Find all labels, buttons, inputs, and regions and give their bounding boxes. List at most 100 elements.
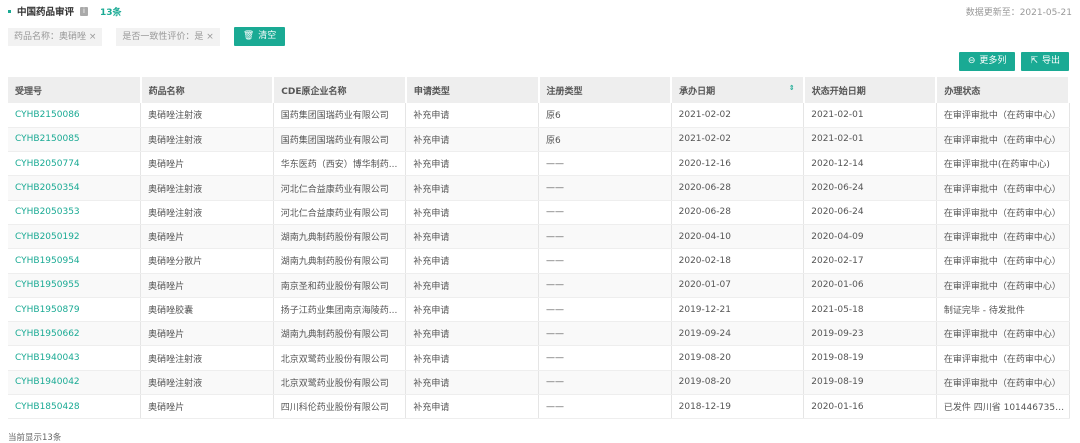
table-cell: 在审评审批中（在药审中心）: [936, 345, 1070, 371]
result-count: 13条: [100, 7, 122, 18]
table-cell: 2020-06-28: [671, 175, 805, 201]
footer-count: 当前显示13条: [8, 433, 62, 443]
column-header-label: 受理号: [15, 86, 43, 97]
table-cell: 奥硝唑注射液: [140, 127, 274, 153]
acceptance-number-link[interactable]: CYHB2050192: [8, 224, 142, 250]
column-header[interactable]: 申请类型: [405, 77, 540, 103]
acceptance-number-link[interactable]: CYHB1940043: [8, 345, 142, 371]
acceptance-number-link[interactable]: CYHB2050774: [8, 151, 142, 177]
table-cell: 奥硝唑片: [140, 394, 274, 420]
table-cell: 国药集团国瑞药业有限公司: [273, 103, 407, 128]
acceptance-number-link[interactable]: CYHB1950954: [8, 248, 142, 274]
table-cell: ——: [538, 394, 672, 420]
table-cell: 2020-06-24: [803, 175, 937, 201]
table-cell: 奥硝唑片: [140, 224, 274, 250]
table-cell: 北京双鹭药业股份有限公司: [273, 370, 407, 396]
acceptance-number-link[interactable]: CYHB1940042: [8, 370, 142, 396]
table-cell: 华东医药（西安）博华制药...: [273, 151, 407, 177]
table-cell: 2019-12-21: [671, 297, 805, 323]
acceptance-number-link[interactable]: CYHB1950662: [8, 321, 142, 347]
table-row: CYHB2050354 奥硝唑注射液 河北仁合益康药业有限公司 补充申请 —— 2020-…: [8, 175, 1070, 201]
page-title: 中国药品审评: [17, 7, 75, 18]
table-cell: 2020-01-07: [671, 273, 805, 298]
table-cell: 四川科伦药业股份有限公司: [273, 394, 407, 420]
acceptance-number-link[interactable]: CYHB2050354: [8, 175, 142, 201]
sort-icon[interactable]: ⇕: [789, 84, 795, 92]
acceptance-number-link[interactable]: CYHB2050353: [8, 200, 142, 225]
table-cell: 补充申请: [405, 321, 539, 347]
table-cell: 2020-06-24: [803, 200, 937, 225]
table-cell: 在审评审批中（在药审中心）: [936, 224, 1070, 250]
column-header-label: 状态开始日期: [811, 86, 866, 97]
table-cell: 2021-05-18: [803, 297, 937, 323]
export-label: 导出: [1041, 56, 1060, 66]
acceptance-number-link[interactable]: CYHB2150086: [8, 103, 142, 128]
table-cell: 2021-02-01: [803, 103, 937, 128]
table-cell: 补充申请: [405, 103, 539, 128]
table-row: CYHB2050192 奥硝唑片 湖南九典制药股份有限公司 补充申请 —— 2020-04…: [8, 224, 1070, 250]
column-header[interactable]: CDE原企业名称: [273, 77, 407, 103]
table-cell: 补充申请: [405, 200, 539, 225]
table-cell: 奥硝唑片: [140, 273, 274, 298]
table-cell: 在审评审批中（在药审中心）: [936, 200, 1070, 225]
filter-chip-drug-name[interactable]: 药品名称：奥硝唑 ×: [8, 27, 103, 46]
clear-label: 清空: [258, 31, 277, 41]
table-cell: 奥硝唑注射液: [140, 103, 274, 128]
column-header-label: 申请类型: [413, 86, 450, 97]
more-columns-label: 更多列: [979, 56, 1007, 66]
table-cell: 原6: [538, 127, 672, 153]
table-cell: 原6: [538, 103, 672, 128]
column-header[interactable]: 状态开始日期: [803, 77, 938, 103]
column-header-label: 办理状态: [944, 86, 981, 97]
bullet-icon: [8, 9, 11, 13]
table-row: CYHB1950662 奥硝唑片 湖南九典制药股份有限公司 补充申请 —— 2019-09…: [8, 321, 1070, 347]
acceptance-number-link[interactable]: CYHB1950879: [8, 297, 142, 323]
table-cell: 2021-02-01: [803, 127, 937, 153]
header: 中国药品审评 i 13条: [8, 4, 122, 18]
filter-chip-consistency[interactable]: 是否一致性评价：是 ×: [116, 27, 220, 46]
table-cell: 2020-04-10: [671, 224, 805, 250]
table-cell: 湖南九典制药股份有限公司: [273, 224, 407, 250]
table-cell: 补充申请: [405, 297, 539, 323]
table-cell: ——: [538, 224, 672, 250]
info-icon[interactable]: i: [80, 6, 89, 16]
table-cell: ——: [538, 273, 672, 298]
table-cell: 奥硝唑注射液: [140, 200, 274, 225]
column-header[interactable]: 办理状态: [936, 77, 1070, 103]
table-cell: 北京双鹭药业股份有限公司: [273, 345, 407, 371]
table-cell: ——: [538, 321, 672, 347]
table-cell: ——: [538, 248, 672, 274]
minus-circle-icon: ⊖: [967, 56, 976, 66]
table-cell: 已发件 四川省 1014467357...: [936, 394, 1070, 420]
column-header[interactable]: 注册类型: [538, 77, 673, 103]
more-columns-button[interactable]: ⊖ 更多列: [958, 52, 1016, 71]
table-cell: 2021-02-02: [671, 127, 805, 153]
table-cell: 2019-08-20: [671, 370, 805, 396]
table-cell: 在审评审批中（在药审中心）: [936, 273, 1070, 298]
table-cell: ——: [538, 370, 672, 396]
table-cell: 补充申请: [405, 345, 539, 371]
trash-icon: 🗑: [242, 31, 255, 41]
column-header-label: 药品名称: [148, 86, 185, 97]
table-cell: ——: [538, 151, 672, 177]
table-cell: 2018-12-19: [671, 394, 805, 420]
column-header[interactable]: 药品名称: [140, 77, 275, 103]
table-cell: 奥硝唑注射液: [140, 345, 274, 371]
acceptance-number-link[interactable]: CYHB1950955: [8, 273, 142, 298]
table-cell: 湖南九典制药股份有限公司: [273, 248, 407, 274]
table-row: CYHB1950879 奥硝唑胶囊 扬子江药业集团南京海陵药... 补充申请 —— 201…: [8, 297, 1070, 323]
column-header-label: 承办日期: [679, 86, 716, 97]
table-cell: 在审评审批中（在药审中心）: [936, 127, 1070, 153]
export-button[interactable]: ⇱ 导出: [1021, 52, 1069, 71]
table-cell: 奥硝唑胶囊: [140, 297, 274, 323]
table-cell: 补充申请: [405, 273, 539, 298]
acceptance-number-link[interactable]: CYHB2150085: [8, 127, 142, 153]
acceptance-number-link[interactable]: CYHB1850428: [8, 394, 142, 420]
column-header[interactable]: 承办日期 ⇕: [671, 77, 805, 103]
clear-button[interactable]: 🗑 清空: [233, 27, 286, 46]
table-cell: 河北仁合益康药业有限公司: [273, 175, 407, 201]
table-cell: 奥硝唑注射液: [140, 370, 274, 396]
table-cell: 在审评审批中（在药审中心）: [936, 103, 1070, 128]
column-header[interactable]: 受理号: [8, 77, 142, 103]
table-actions: ⊖ 更多列 ⇱ 导出: [958, 52, 1069, 71]
